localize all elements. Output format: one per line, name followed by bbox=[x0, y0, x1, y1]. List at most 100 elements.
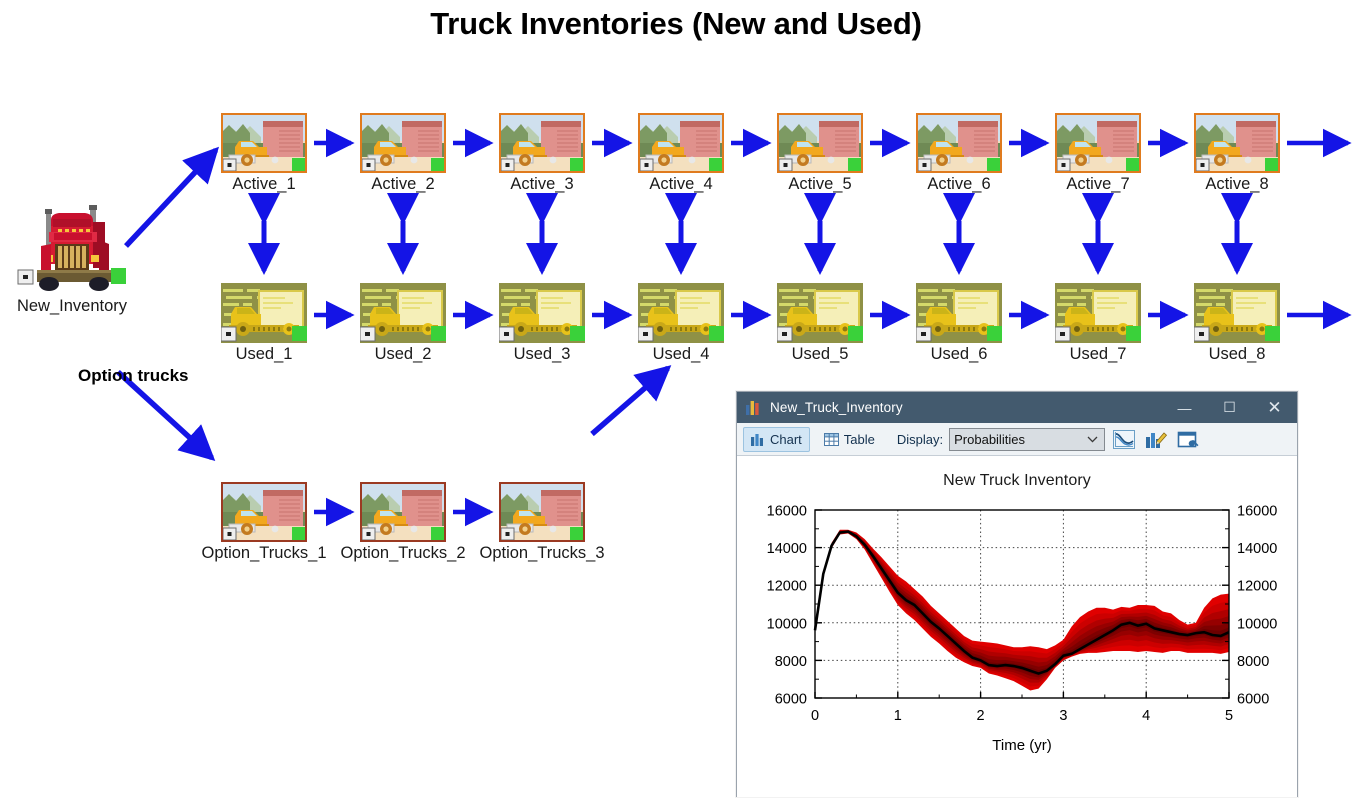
node-used-1[interactable]: Used_1 bbox=[197, 283, 331, 363]
window-title: New_Truck_Inventory bbox=[770, 400, 903, 415]
red-box-truck-icon bbox=[1194, 113, 1280, 173]
option-trucks-branch-label: Option trucks bbox=[78, 366, 189, 385]
window-titlebar[interactable]: New_Truck_Inventory — ☐ ✕ bbox=[737, 392, 1297, 423]
node-label: Active_8 bbox=[1205, 175, 1269, 193]
node-label: Option_Trucks_3 bbox=[479, 544, 605, 562]
ytick-label-left: 16000 bbox=[767, 504, 807, 520]
xtick-label: 1 bbox=[894, 708, 902, 724]
node-used-6[interactable]: Used_6 bbox=[892, 283, 1026, 363]
chevron-down-icon bbox=[1087, 436, 1098, 443]
node-option-trucks-3[interactable]: Option_Trucks_3 bbox=[475, 482, 609, 562]
node-label: Active_7 bbox=[1066, 175, 1130, 193]
node-label: Active_5 bbox=[788, 175, 852, 193]
node-active-2[interactable]: Active_2 bbox=[336, 113, 470, 193]
plot-area: 6000 6000 8000 8000 10000 10000 12000 12000 1400… bbox=[737, 490, 1297, 765]
ytick-label-left: 14000 bbox=[767, 541, 807, 557]
tab-table-label: Table bbox=[843, 431, 875, 447]
node-label: Active_3 bbox=[510, 175, 574, 193]
ytick-label-left: 6000 bbox=[775, 692, 807, 708]
line-chart-icon[interactable] bbox=[1111, 427, 1137, 451]
xtick-label: 3 bbox=[1059, 708, 1067, 724]
red-box-truck-icon bbox=[1055, 113, 1141, 173]
node-new-inventory[interactable]: New_Inventory bbox=[8, 200, 136, 315]
node-used-7[interactable]: Used_7 bbox=[1031, 283, 1165, 363]
ytick-label-right: 6000 bbox=[1237, 692, 1269, 708]
yellow-box-truck-icon bbox=[221, 283, 307, 343]
ytick-label-right: 12000 bbox=[1237, 579, 1277, 595]
display-label: Display: bbox=[896, 431, 944, 447]
bar-chart-icon bbox=[746, 400, 761, 415]
ytick-label-right: 14000 bbox=[1237, 541, 1277, 557]
red-box-truck-icon bbox=[360, 482, 446, 542]
yellow-box-truck-icon bbox=[499, 283, 585, 343]
x-axis-label: Time (yr) bbox=[992, 737, 1051, 754]
node-label: Used_2 bbox=[374, 345, 432, 363]
yellow-box-truck-icon bbox=[1194, 283, 1280, 343]
node-label: Active_1 bbox=[232, 175, 296, 193]
node-used-3[interactable]: Used_3 bbox=[475, 283, 609, 363]
node-option-trucks-2[interactable]: Option_Trucks_2 bbox=[336, 482, 470, 562]
bar-chart-edit-icon[interactable] bbox=[1143, 427, 1169, 451]
ytick-label-right: 8000 bbox=[1237, 654, 1269, 670]
page-title: Truck Inventories (New and Used) bbox=[430, 6, 922, 41]
window-settings-icon[interactable] bbox=[1175, 427, 1201, 451]
node-option-trucks-1[interactable]: Option_Trucks_1 bbox=[197, 482, 331, 562]
maximize-button[interactable]: ☐ bbox=[1207, 392, 1252, 423]
red-box-truck-icon bbox=[916, 113, 1002, 173]
tab-chart-label: Chart bbox=[770, 431, 802, 447]
red-box-truck-icon bbox=[221, 113, 307, 173]
node-used-2[interactable]: Used_2 bbox=[336, 283, 470, 363]
node-label: Used_7 bbox=[1069, 345, 1127, 363]
red-box-truck-icon bbox=[638, 113, 724, 173]
yellow-box-truck-icon bbox=[916, 283, 1002, 343]
chart-toolbar: Chart Table Display: Probabilities bbox=[737, 423, 1297, 456]
node-active-4[interactable]: Active_4 bbox=[614, 113, 748, 193]
node-label: New_Inventory bbox=[16, 297, 128, 315]
node-label: Used_5 bbox=[791, 345, 849, 363]
node-label: Active_2 bbox=[371, 175, 435, 193]
chart-window[interactable]: New_Truck_Inventory — ☐ ✕ Chart Table Di… bbox=[736, 391, 1298, 797]
screenshot-root: Truck Inventories (New and Used) New_Inv… bbox=[0, 0, 1352, 801]
ytick-label-right: 16000 bbox=[1237, 504, 1277, 520]
xtick-label: 4 bbox=[1142, 708, 1150, 724]
node-label: Used_6 bbox=[930, 345, 988, 363]
chart-title: New Truck Inventory bbox=[943, 472, 1091, 489]
node-used-5[interactable]: Used_5 bbox=[753, 283, 887, 363]
node-active-1[interactable]: Active_1 bbox=[197, 113, 331, 193]
display-select-value: Probabilities bbox=[954, 431, 1025, 447]
node-used-8[interactable]: Used_8 bbox=[1170, 283, 1304, 363]
close-button[interactable]: ✕ bbox=[1252, 392, 1297, 423]
tab-chart[interactable]: Chart bbox=[743, 426, 810, 452]
xtick-label: 5 bbox=[1225, 708, 1233, 724]
node-active-3[interactable]: Active_3 bbox=[475, 113, 609, 193]
xtick-label: 2 bbox=[977, 708, 985, 724]
yellow-box-truck-icon bbox=[777, 283, 863, 343]
node-used-4[interactable]: Used_4 bbox=[614, 283, 748, 363]
node-active-8[interactable]: Active_8 bbox=[1170, 113, 1304, 193]
ytick-label-left: 8000 bbox=[775, 654, 807, 670]
yellow-box-truck-icon bbox=[1055, 283, 1141, 343]
node-active-7[interactable]: Active_7 bbox=[1031, 113, 1165, 193]
ytick-label-left: 12000 bbox=[767, 579, 807, 595]
arrow-option-to-used bbox=[590, 365, 672, 437]
node-active-5[interactable]: Active_5 bbox=[753, 113, 887, 193]
yellow-box-truck-icon bbox=[638, 283, 724, 343]
display-select[interactable]: Probabilities bbox=[949, 427, 1106, 451]
ytick-label-right: 10000 bbox=[1237, 616, 1277, 632]
node-label: Used_3 bbox=[513, 345, 571, 363]
red-box-truck-icon bbox=[499, 113, 585, 173]
semi-truck-icon bbox=[17, 200, 127, 295]
node-label: Active_6 bbox=[927, 175, 991, 193]
tab-table[interactable]: Table bbox=[816, 427, 883, 452]
minimize-button[interactable]: — bbox=[1162, 392, 1207, 423]
xtick-label: 0 bbox=[811, 708, 819, 724]
node-label: Option_Trucks_1 bbox=[201, 544, 327, 562]
node-label: Used_1 bbox=[235, 345, 293, 363]
red-box-truck-icon bbox=[777, 113, 863, 173]
red-box-truck-icon bbox=[499, 482, 585, 542]
red-box-truck-icon bbox=[221, 482, 307, 542]
bar-chart-icon bbox=[751, 433, 765, 446]
node-active-6[interactable]: Active_6 bbox=[892, 113, 1026, 193]
node-label: Active_4 bbox=[649, 175, 713, 193]
ytick-label-left: 10000 bbox=[767, 616, 807, 632]
